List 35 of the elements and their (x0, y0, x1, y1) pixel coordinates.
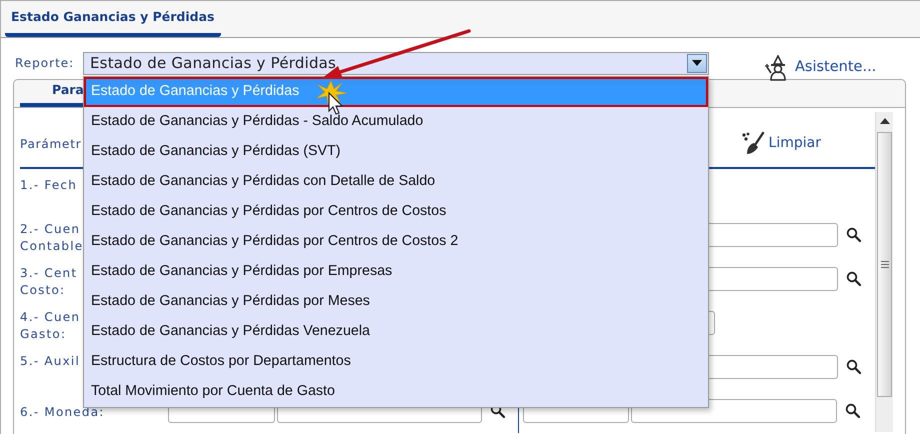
dropdown-option[interactable]: Estado de Ganancias y Pérdidas (SVT) (84, 137, 708, 167)
cursor-icon (328, 92, 344, 115)
parameter-label: 2.- Cuen (20, 221, 80, 238)
scroll-up-icon[interactable] (880, 118, 890, 124)
parameter-label: 5.- Auxil (20, 353, 80, 370)
dropdown-option[interactable]: Estructura de Costos por Departamentos (84, 347, 708, 377)
parameter-label: 4.- Cuen (20, 309, 80, 326)
clear-link[interactable]: Limpiar (740, 130, 821, 156)
dropdown-option[interactable]: Estado de Ganancias y Pérdidas por Centros de Costos (84, 197, 708, 227)
search-icon[interactable] (846, 359, 862, 375)
parameter-label: 1.- Fech (20, 177, 78, 194)
parameter-label: Costo: (20, 282, 66, 299)
caret-icon[interactable] (692, 60, 702, 66)
report-label: Reporte: (15, 55, 76, 72)
parameter-label: Contable (20, 238, 84, 255)
broom-icon (740, 130, 767, 156)
dropdown-option[interactable]: Estado de Ganancias y Pérdidas por Meses (84, 287, 708, 317)
parameter-label: 3.- Cent (20, 265, 78, 282)
parameters-title: Parámetr (20, 136, 82, 152)
dropdown-option[interactable]: Estado de Ganancias y Pérdidas con Detalle de Saldo (84, 167, 708, 197)
dropdown-option[interactable]: Estado de Ganancias y Pérdidas por Centros de Costos 2 (84, 227, 708, 257)
page-tab[interactable]: Estado Ganancias y Pérdidas (5, 8, 220, 37)
dropdown-option[interactable]: Estado de Ganancias y Pérdidas - Saldo Acumulado (84, 107, 708, 137)
dropdown-option[interactable]: Total Movimiento por Cuenta de Gasto (84, 377, 708, 407)
dropdown-option[interactable]: Estado de Ganancias y Pérdidas por Empresas (84, 257, 708, 287)
report-select[interactable]: Estado de Ganancias y Pérdidas (83, 52, 709, 74)
search-icon[interactable] (846, 227, 862, 243)
scroll-thumb[interactable] (877, 132, 892, 397)
wizard-link[interactable]: Asistente... (765, 55, 876, 81)
search-icon[interactable] (845, 403, 861, 419)
dropdown-option[interactable]: Estado de Ganancias y Pérdidas Venezuela (84, 317, 708, 347)
search-icon[interactable] (846, 271, 862, 287)
parameter-label: 6.- Moneda: (20, 404, 104, 421)
parameter-label: Gasto: (20, 326, 66, 343)
scrollbar[interactable] (875, 112, 893, 432)
